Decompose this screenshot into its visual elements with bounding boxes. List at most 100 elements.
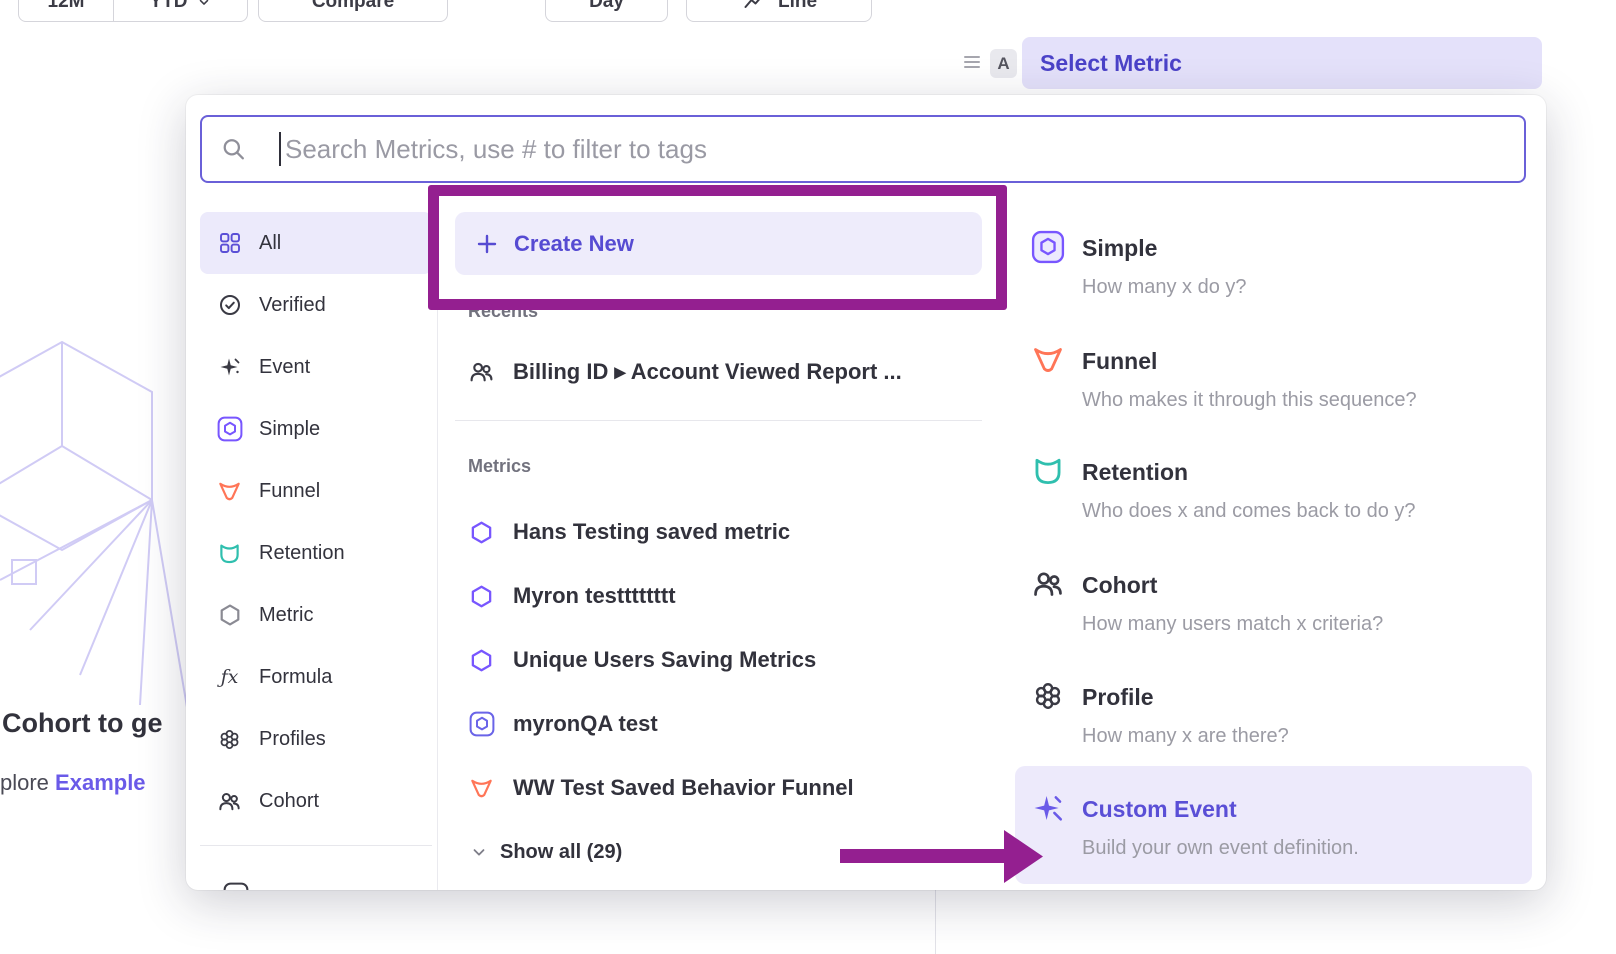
category-label: Cohort [259, 790, 319, 813]
category-label: Formula [259, 666, 332, 689]
category-divider [200, 845, 432, 846]
category-item-simple[interactable]: Simple [200, 398, 432, 460]
type-title: Retention [1082, 457, 1532, 487]
verified-icon [216, 292, 243, 319]
funnel-icon [468, 775, 495, 802]
type-profile[interactable]: Profile How many x are there? [1015, 682, 1532, 750]
screen: 12M YTD Compare Day Line A Select Metric [0, 0, 1616, 954]
chevron-down-icon [196, 0, 212, 10]
custom-event-icon [1030, 790, 1066, 826]
category-item-event[interactable]: Event [200, 336, 432, 398]
create-new-button[interactable]: Create New [455, 212, 982, 275]
category-item-verified[interactable]: Verified [200, 274, 432, 336]
type-cohort[interactable]: Cohort How many users match x criteria? [1015, 570, 1532, 638]
category-label: Simple [259, 418, 320, 441]
search-field[interactable] [200, 115, 1526, 183]
type-desc: How many users match x criteria? [1082, 610, 1532, 638]
type-title: Custom Event [1082, 794, 1532, 824]
profiles-icon [216, 726, 243, 753]
simple-icon [216, 416, 243, 443]
metric-item[interactable]: Unique Users Saving Metrics [468, 637, 816, 683]
recent-item-label: Billing ID ▸ Account Viewed Report ... [513, 359, 902, 385]
search-icon [220, 136, 247, 163]
category-item-clipped[interactable] [222, 881, 249, 890]
hexagon-icon [468, 519, 495, 546]
funnel-icon [1030, 342, 1066, 378]
example-link[interactable]: Example [55, 770, 146, 795]
background-subtext-prefix: plore [0, 770, 55, 795]
category-item-funnel[interactable]: Funnel [200, 460, 432, 522]
compare-label: Compare [312, 0, 394, 13]
badge-label: A [997, 54, 1009, 74]
type-simple[interactable]: Simple How many x do y? [1015, 233, 1532, 301]
cohort-icon [468, 359, 495, 386]
category-item-all[interactable]: All [200, 212, 432, 274]
category-list: All Verified Event Simple [200, 212, 432, 832]
metric-item[interactable]: Hans Testing saved metric [468, 509, 790, 555]
metrics-header: Metrics [468, 456, 531, 478]
category-item-retention[interactable]: Retention [200, 522, 432, 584]
event-icon [216, 354, 243, 381]
saved-metric-icon [468, 711, 495, 738]
date-range-segmented-control: 12M YTD [18, 0, 248, 22]
funnel-icon [216, 478, 243, 505]
simple-icon [1030, 229, 1066, 265]
recents-header: Recents [468, 301, 538, 323]
category-item-metric[interactable]: Metric [200, 584, 432, 646]
type-retention[interactable]: Retention Who does x and comes back to d… [1015, 457, 1532, 525]
create-new-label: Create New [514, 231, 634, 257]
metric-item[interactable]: Myron testttttttt [468, 573, 676, 619]
category-item-formula[interactable]: ƒx Formula [200, 646, 432, 708]
category-label: Event [259, 356, 310, 379]
day-label: Day [589, 0, 624, 13]
type-title: Simple [1082, 233, 1532, 263]
category-label: All [259, 232, 281, 255]
metric-item-label: Unique Users Saving Metrics [513, 647, 816, 673]
panel-divider [935, 887, 936, 954]
type-desc: How many x do y? [1082, 273, 1532, 301]
metric-item-label: Hans Testing saved metric [513, 519, 790, 545]
metric-icon [216, 602, 243, 629]
search-input[interactable] [281, 134, 1524, 165]
retention-icon [216, 540, 243, 567]
chart-type-line-button[interactable]: Line [686, 0, 872, 22]
retention-icon [1030, 453, 1066, 489]
category-label: Funnel [259, 480, 320, 503]
interval-day-button[interactable]: Day [545, 0, 668, 22]
grid-icon [216, 230, 243, 257]
show-all-button[interactable]: Show all (29) [470, 829, 622, 875]
metric-item-label: WW Test Saved Behavior Funnel [513, 775, 854, 801]
formula-icon: ƒx [216, 664, 243, 691]
line-chart-icon [741, 0, 768, 16]
range-ytd-label: YTD [150, 0, 188, 13]
profile-icon [1030, 678, 1066, 714]
type-title: Funnel [1082, 346, 1532, 376]
drag-handle-icon[interactable] [963, 54, 981, 70]
metric-item[interactable]: WW Test Saved Behavior Funnel [468, 765, 854, 811]
clipped-category-icon [222, 881, 249, 890]
category-item-profiles[interactable]: Profiles [200, 708, 432, 770]
plus-icon [473, 230, 500, 257]
type-desc: Who does x and comes back to do y? [1082, 497, 1532, 525]
range-12m-button[interactable]: 12M [19, 0, 114, 21]
metric-item-label: Myron testttttttt [513, 583, 676, 609]
type-title: Profile [1082, 682, 1532, 712]
show-all-label: Show all (29) [500, 841, 622, 864]
recent-item[interactable]: Billing ID ▸ Account Viewed Report ... [468, 349, 902, 395]
range-12m-label: 12M [48, 0, 85, 13]
category-label: Profiles [259, 728, 326, 751]
select-metric-button[interactable]: Select Metric [1022, 37, 1542, 89]
section-divider [455, 420, 982, 421]
type-custom-event[interactable]: Custom Event Build your own event defini… [1015, 794, 1532, 862]
category-item-cohort[interactable]: Cohort [200, 770, 432, 832]
range-ytd-button[interactable]: YTD [114, 0, 247, 21]
hexagon-icon [468, 647, 495, 674]
background-subtext: plore Example [0, 770, 146, 796]
category-label: Verified [259, 294, 326, 317]
metric-item[interactable]: myronQA test [468, 701, 658, 747]
hexagon-icon [468, 583, 495, 610]
compare-button[interactable]: Compare [258, 0, 448, 22]
type-funnel[interactable]: Funnel Who makes it through this sequenc… [1015, 346, 1532, 414]
wireframe-graphic [0, 330, 200, 750]
type-desc: Who makes it through this sequence? [1082, 386, 1532, 414]
